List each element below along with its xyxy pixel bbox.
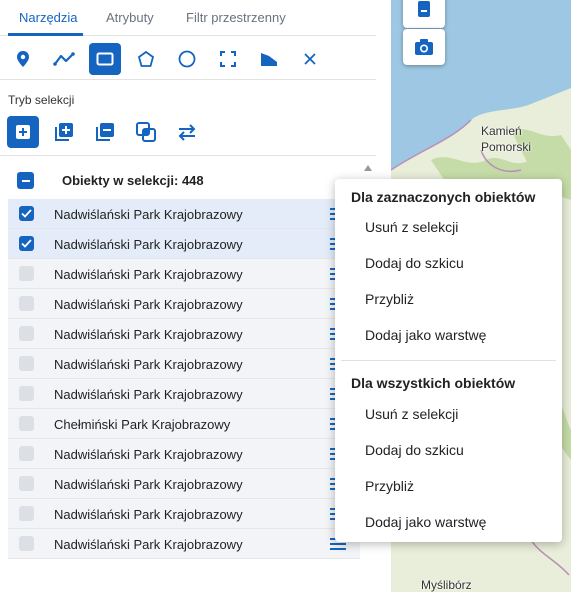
row-checkbox[interactable] <box>19 266 34 281</box>
menu-zoom-selected[interactable]: Przybliż <box>365 291 414 307</box>
row-label: Nadwiślański Park Krajobrazowy <box>54 327 243 342</box>
point-icon <box>17 51 29 67</box>
menu-zoom-all[interactable]: Przybliż <box>365 478 414 494</box>
menu-divider <box>341 360 556 361</box>
row-checkbox[interactable] <box>19 356 34 371</box>
row-label: Nadwiślański Park Krajobrazowy <box>54 477 243 492</box>
row-checkbox[interactable] <box>19 296 34 311</box>
clear-tool-button[interactable] <box>294 43 326 75</box>
selection-panel: Narzędzia Atrybuty Filtr przestrzenny Tr… <box>0 0 391 592</box>
check-icon <box>21 239 32 248</box>
list-item[interactable]: Chełmiński Park Krajobrazowy <box>8 409 360 439</box>
menu-add-to-sketch-selected[interactable]: Dodaj do szkicu <box>365 255 464 271</box>
list-item[interactable]: Nadwiślański Park Krajobrazowy <box>8 289 360 319</box>
row-label: Nadwiślański Park Krajobrazowy <box>54 507 243 522</box>
list-item[interactable]: Nadwiślański Park Krajobrazowy <box>8 379 360 409</box>
row-label: Nadwiślański Park Krajobrazowy <box>54 357 243 372</box>
check-icon <box>21 209 32 218</box>
list-item[interactable]: Nadwiślański Park Krajobrazowy <box>8 199 360 229</box>
row-checkbox[interactable] <box>19 236 34 251</box>
scroll-up-arrow[interactable] <box>364 165 372 171</box>
selection-modes <box>0 114 376 156</box>
row-label: Nadwiślański Park Krajobrazowy <box>54 537 243 552</box>
row-checkbox[interactable] <box>19 326 34 341</box>
row-label: Nadwiślański Park Krajobrazowy <box>54 237 243 252</box>
freehand-tool-button[interactable] <box>253 43 285 75</box>
menu-add-layer-all[interactable]: Dodaj jako warstwę <box>365 514 486 530</box>
tab-atrybuty[interactable]: Atrybuty <box>106 10 154 25</box>
row-label: Nadwiślański Park Krajobrazowy <box>54 267 243 282</box>
point-tool-button[interactable] <box>7 43 39 75</box>
circle-icon <box>178 50 196 68</box>
rectangle-icon <box>96 52 114 66</box>
new-selection-button[interactable] <box>7 116 39 148</box>
list-item[interactable]: Nadwiślański Park Krajobrazowy <box>8 349 360 379</box>
intersect-selection-button[interactable] <box>130 116 162 148</box>
swap-selection-button[interactable] <box>171 116 203 148</box>
draw-tools <box>0 40 376 80</box>
map-tool-icon <box>418 1 430 17</box>
polygon-tool-button[interactable] <box>130 43 162 75</box>
section-selected-title: Dla zaznaczonych obiektów <box>351 189 536 205</box>
list-item[interactable]: Nadwiślański Park Krajobrazowy <box>8 439 360 469</box>
row-label: Nadwiślański Park Krajobrazowy <box>54 297 243 312</box>
row-label: Nadwiślański Park Krajobrazowy <box>54 447 243 462</box>
row-label: Chełmiński Park Krajobrazowy <box>54 417 231 432</box>
menu-remove-selected[interactable]: Usuń z selekcji <box>365 219 458 235</box>
rectangle-tool-button[interactable] <box>89 43 121 75</box>
circle-tool-button[interactable] <box>171 43 203 75</box>
list-item[interactable]: Nadwiślański Park Krajobrazowy <box>8 499 360 529</box>
section-all-title: Dla wszystkich obiektów <box>351 375 516 391</box>
extent-tool-button[interactable] <box>212 43 244 75</box>
row-label: Nadwiślański Park Krajobrazowy <box>54 207 243 222</box>
menu-remove-all[interactable]: Usuń z selekcji <box>365 406 458 422</box>
row-label: Nadwiślański Park Krajobrazowy <box>54 387 243 402</box>
add-to-selection-button[interactable] <box>48 116 80 148</box>
list-item[interactable]: Nadwiślański Park Krajobrazowy <box>8 259 360 289</box>
remove-from-selection-button[interactable] <box>89 116 121 148</box>
new-selection-icon <box>16 125 30 139</box>
tab-narzedzia[interactable]: Narzędzia <box>19 10 78 25</box>
list-item[interactable]: Nadwiślański Park Krajobrazowy <box>8 319 360 349</box>
map-label-mysliborz: Myślibórz <box>421 578 472 592</box>
map-tool-button[interactable] <box>403 0 445 28</box>
active-tab-indicator <box>8 33 83 36</box>
freehand-polygon-icon <box>261 53 277 66</box>
menu-add-to-sketch-all[interactable]: Dodaj do szkicu <box>365 442 464 458</box>
row-checkbox[interactable] <box>19 386 34 401</box>
clear-icon <box>304 53 316 65</box>
list-item[interactable]: Nadwiślański Park Krajobrazowy <box>8 529 360 559</box>
remove-from-selection-icon <box>96 123 114 141</box>
indeterminate-icon <box>21 179 30 182</box>
row-checkbox[interactable] <box>19 206 34 221</box>
swap-selection-icon <box>178 124 196 141</box>
row-checkbox[interactable] <box>19 506 34 521</box>
screenshot-button[interactable] <box>403 29 445 65</box>
selection-list: Nadwiślański Park Krajobrazowy Nadwiślańs… <box>8 199 360 559</box>
selection-mode-title: Tryb selekcji <box>8 93 75 107</box>
row-checkbox[interactable] <box>19 536 34 551</box>
context-menu: Dla zaznaczonych obiektów Usuń z selekcj… <box>335 179 562 542</box>
polyline-icon <box>53 52 75 66</box>
map-label-kamien-pomorski: Kamień Pomorski <box>481 124 532 154</box>
selection-count: Obiekty w selekcji: 448 <box>62 173 204 188</box>
list-item[interactable]: Nadwiślański Park Krajobrazowy <box>8 229 360 259</box>
tab-bar: Narzędzia Atrybuty Filtr przestrzenny <box>0 0 376 36</box>
row-checkbox[interactable] <box>19 416 34 431</box>
extent-icon <box>220 51 236 67</box>
intersect-selection-icon <box>136 122 156 142</box>
menu-add-layer-selected[interactable]: Dodaj jako warstwę <box>365 327 486 343</box>
tab-filtr-przestrzenny[interactable]: Filtr przestrzenny <box>186 10 286 25</box>
camera-icon <box>415 39 433 55</box>
polyline-tool-button[interactable] <box>48 43 80 75</box>
polygon-icon <box>137 50 155 67</box>
add-to-selection-icon <box>55 123 73 141</box>
row-checkbox[interactable] <box>19 446 34 461</box>
select-all-checkbox[interactable] <box>17 172 34 189</box>
selection-list-header: Obiekty w selekcji: 448 <box>0 162 376 198</box>
list-item[interactable]: Nadwiślański Park Krajobrazowy <box>8 469 360 499</box>
row-checkbox[interactable] <box>19 476 34 491</box>
